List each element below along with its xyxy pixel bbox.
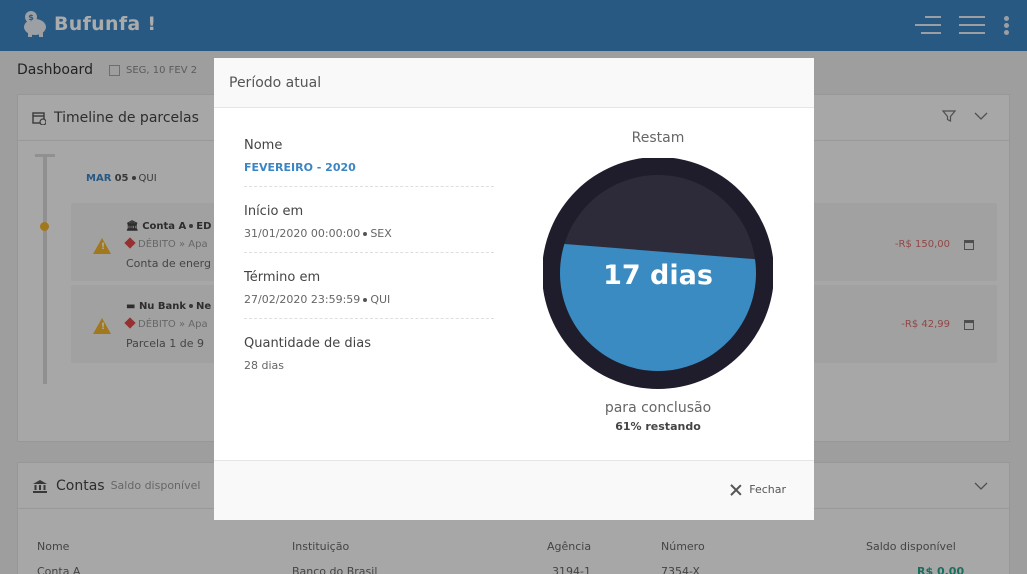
field-days: Quantidade de dias 28 dias xyxy=(244,336,494,372)
field-start: Início em 31/01/2020 00:00:00 SEX xyxy=(244,204,494,253)
field-label: Quantidade de dias xyxy=(244,336,371,351)
field-label: Início em xyxy=(244,204,304,219)
field-value: 28 dias xyxy=(244,359,285,372)
close-button[interactable]: Fechar xyxy=(730,483,786,496)
close-icon xyxy=(730,484,742,496)
progress-gauge: 17 dias xyxy=(543,158,773,389)
gauge-value: 17 dias xyxy=(603,260,713,291)
gauge-bottom-label: para conclusão xyxy=(604,400,712,416)
field-label: Término em xyxy=(244,270,321,285)
period-modal: Período atual Nome FEVEREIRO - 2020 Iníc… xyxy=(214,58,814,520)
field-end: Término em 27/02/2020 23:59:59 QUI xyxy=(244,270,494,319)
field-weekday: SEX xyxy=(370,227,392,240)
field-value: 27/02/2020 23:59:59 xyxy=(244,293,361,306)
field-name: Nome FEVEREIRO - 2020 xyxy=(244,138,494,187)
field-value: 31/01/2020 00:00:00 xyxy=(244,227,361,240)
gauge-top-label: Restam xyxy=(631,130,685,146)
modal-header: Período atual xyxy=(214,58,814,108)
field-weekday: QUI xyxy=(370,293,391,306)
gauge-percent: 61% restando xyxy=(615,420,701,433)
field-value: FEVEREIRO - 2020 xyxy=(244,161,356,174)
field-label: Nome xyxy=(244,138,283,153)
modal-title: Período atual xyxy=(229,74,322,91)
modal-footer: Fechar xyxy=(214,460,814,520)
